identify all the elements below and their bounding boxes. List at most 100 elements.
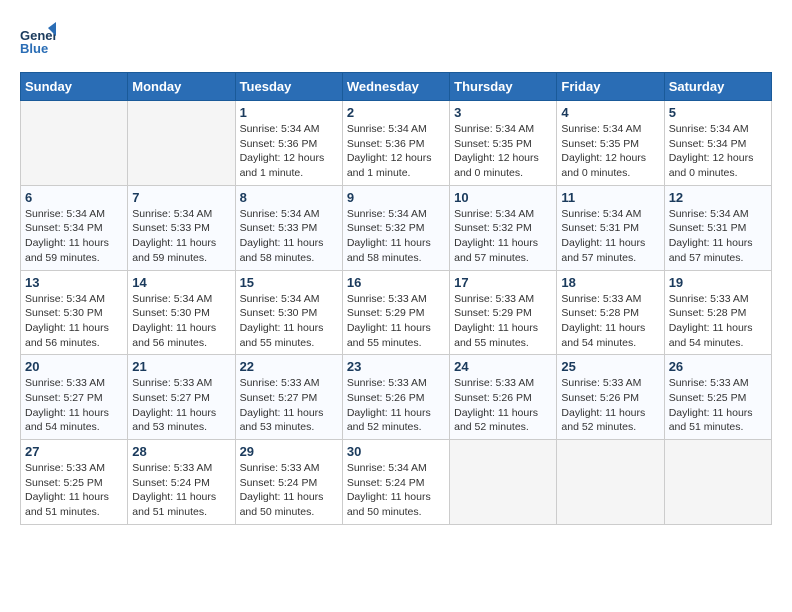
day-info: Sunrise: 5:33 AM Sunset: 5:26 PM Dayligh… [347,376,445,435]
day-info: Sunrise: 5:34 AM Sunset: 5:31 PM Dayligh… [669,207,767,266]
calendar-cell: 1 Sunrise: 5:34 AM Sunset: 5:36 PM Daylig… [235,101,342,186]
calendar-week-4: 20 Sunrise: 5:33 AM Sunset: 5:27 PM Dayli… [21,355,772,440]
day-info: Sunrise: 5:34 AM Sunset: 5:33 PM Dayligh… [240,207,338,266]
calendar-week-5: 27Sunrise: 5:33 AM Sunset: 5:25 PM Dayli… [21,440,772,525]
calendar-cell: 29Sunrise: 5:33 AM Sunset: 5:24 PM Dayli… [235,440,342,525]
calendar-cell: 11 Sunrise: 5:34 AM Sunset: 5:31 PM Dayli… [557,185,664,270]
day-number: 21 [132,359,230,374]
weekday-friday: Friday [557,73,664,101]
weekday-monday: Monday [128,73,235,101]
logo: General Blue [20,20,60,56]
day-info: Sunrise: 5:34 AM Sunset: 5:30 PM Dayligh… [132,292,230,351]
day-number: 10 [454,190,552,205]
day-info: Sunrise: 5:33 AM Sunset: 5:27 PM Dayligh… [132,376,230,435]
day-info: Sunrise: 5:34 AM Sunset: 5:30 PM Dayligh… [25,292,123,351]
calendar-week-2: 6 Sunrise: 5:34 AM Sunset: 5:34 PM Daylig… [21,185,772,270]
day-number: 20 [25,359,123,374]
day-info: Sunrise: 5:33 AM Sunset: 5:26 PM Dayligh… [561,376,659,435]
day-number: 19 [669,275,767,290]
weekday-sunday: Sunday [21,73,128,101]
day-info: Sunrise: 5:33 AM Sunset: 5:25 PM Dayligh… [25,461,123,520]
calendar-cell: 2 Sunrise: 5:34 AM Sunset: 5:36 PM Daylig… [342,101,449,186]
day-number: 29 [240,444,338,459]
day-number: 30 [347,444,445,459]
day-info: Sunrise: 5:34 AM Sunset: 5:31 PM Dayligh… [561,207,659,266]
day-number: 11 [561,190,659,205]
day-number: 9 [347,190,445,205]
day-number: 5 [669,105,767,120]
calendar-cell: 25Sunrise: 5:33 AM Sunset: 5:26 PM Dayli… [557,355,664,440]
day-info: Sunrise: 5:33 AM Sunset: 5:24 PM Dayligh… [132,461,230,520]
day-info: Sunrise: 5:34 AM Sunset: 5:35 PM Dayligh… [454,122,552,181]
calendar-cell: 4 Sunrise: 5:34 AM Sunset: 5:35 PM Daylig… [557,101,664,186]
day-info: Sunrise: 5:34 AM Sunset: 5:34 PM Dayligh… [25,207,123,266]
day-info: Sunrise: 5:34 AM Sunset: 5:30 PM Dayligh… [240,292,338,351]
calendar-cell: 5 Sunrise: 5:34 AM Sunset: 5:34 PM Daylig… [664,101,771,186]
day-info: Sunrise: 5:34 AM Sunset: 5:34 PM Dayligh… [669,122,767,181]
calendar-cell: 3Sunrise: 5:34 AM Sunset: 5:35 PM Daylig… [450,101,557,186]
calendar-cell [557,440,664,525]
calendar-cell: 23 Sunrise: 5:33 AM Sunset: 5:26 PM Dayli… [342,355,449,440]
calendar-cell: 14 Sunrise: 5:34 AM Sunset: 5:30 PM Dayli… [128,270,235,355]
calendar-cell [128,101,235,186]
weekday-wednesday: Wednesday [342,73,449,101]
day-number: 4 [561,105,659,120]
page-header: General Blue [20,20,772,56]
day-number: 1 [240,105,338,120]
day-info: Sunrise: 5:33 AM Sunset: 5:25 PM Dayligh… [669,376,767,435]
day-number: 17 [454,275,552,290]
day-info: Sunrise: 5:33 AM Sunset: 5:28 PM Dayligh… [669,292,767,351]
calendar-cell [21,101,128,186]
calendar-cell: 6 Sunrise: 5:34 AM Sunset: 5:34 PM Daylig… [21,185,128,270]
calendar-cell: 30 Sunrise: 5:34 AM Sunset: 5:24 PM Dayli… [342,440,449,525]
day-info: Sunrise: 5:33 AM Sunset: 5:29 PM Dayligh… [454,292,552,351]
day-number: 24 [454,359,552,374]
day-info: Sunrise: 5:34 AM Sunset: 5:33 PM Dayligh… [132,207,230,266]
calendar-cell: 22 Sunrise: 5:33 AM Sunset: 5:27 PM Dayli… [235,355,342,440]
day-number: 7 [132,190,230,205]
calendar-week-3: 13 Sunrise: 5:34 AM Sunset: 5:30 PM Dayli… [21,270,772,355]
calendar-cell: 7 Sunrise: 5:34 AM Sunset: 5:33 PM Daylig… [128,185,235,270]
day-number: 18 [561,275,659,290]
calendar-cell: 16Sunrise: 5:33 AM Sunset: 5:29 PM Dayli… [342,270,449,355]
day-number: 28 [132,444,230,459]
calendar-cell: 9 Sunrise: 5:34 AM Sunset: 5:32 PM Daylig… [342,185,449,270]
day-number: 6 [25,190,123,205]
calendar-cell: 18Sunrise: 5:33 AM Sunset: 5:28 PM Dayli… [557,270,664,355]
day-info: Sunrise: 5:34 AM Sunset: 5:36 PM Dayligh… [347,122,445,181]
calendar-cell: 8 Sunrise: 5:34 AM Sunset: 5:33 PM Daylig… [235,185,342,270]
calendar-cell [664,440,771,525]
calendar-cell: 28 Sunrise: 5:33 AM Sunset: 5:24 PM Dayli… [128,440,235,525]
day-number: 14 [132,275,230,290]
calendar-cell: 26Sunrise: 5:33 AM Sunset: 5:25 PM Dayli… [664,355,771,440]
weekday-header-row: SundayMondayTuesdayWednesdayThursdayFrid… [21,73,772,101]
day-number: 13 [25,275,123,290]
weekday-thursday: Thursday [450,73,557,101]
calendar-cell [450,440,557,525]
calendar-week-1: 1 Sunrise: 5:34 AM Sunset: 5:36 PM Daylig… [21,101,772,186]
day-info: Sunrise: 5:33 AM Sunset: 5:26 PM Dayligh… [454,376,552,435]
day-info: Sunrise: 5:34 AM Sunset: 5:24 PM Dayligh… [347,461,445,520]
calendar-cell: 15 Sunrise: 5:34 AM Sunset: 5:30 PM Dayli… [235,270,342,355]
calendar-cell: 17 Sunrise: 5:33 AM Sunset: 5:29 PM Dayli… [450,270,557,355]
calendar-cell: 13 Sunrise: 5:34 AM Sunset: 5:30 PM Dayli… [21,270,128,355]
day-number: 23 [347,359,445,374]
calendar-cell: 27Sunrise: 5:33 AM Sunset: 5:25 PM Dayli… [21,440,128,525]
calendar-cell: 19 Sunrise: 5:33 AM Sunset: 5:28 PM Dayli… [664,270,771,355]
day-number: 2 [347,105,445,120]
day-info: Sunrise: 5:34 AM Sunset: 5:35 PM Dayligh… [561,122,659,181]
day-info: Sunrise: 5:34 AM Sunset: 5:32 PM Dayligh… [454,207,552,266]
weekday-tuesday: Tuesday [235,73,342,101]
calendar-cell: 12Sunrise: 5:34 AM Sunset: 5:31 PM Dayli… [664,185,771,270]
calendar-cell: 10 Sunrise: 5:34 AM Sunset: 5:32 PM Dayli… [450,185,557,270]
svg-text:Blue: Blue [20,41,48,56]
day-info: Sunrise: 5:33 AM Sunset: 5:27 PM Dayligh… [25,376,123,435]
logo-icon: General Blue [20,20,56,56]
day-info: Sunrise: 5:34 AM Sunset: 5:32 PM Dayligh… [347,207,445,266]
day-info: Sunrise: 5:34 AM Sunset: 5:36 PM Dayligh… [240,122,338,181]
calendar-cell: 24 Sunrise: 5:33 AM Sunset: 5:26 PM Dayli… [450,355,557,440]
day-number: 15 [240,275,338,290]
day-info: Sunrise: 5:33 AM Sunset: 5:27 PM Dayligh… [240,376,338,435]
day-number: 8 [240,190,338,205]
day-number: 22 [240,359,338,374]
